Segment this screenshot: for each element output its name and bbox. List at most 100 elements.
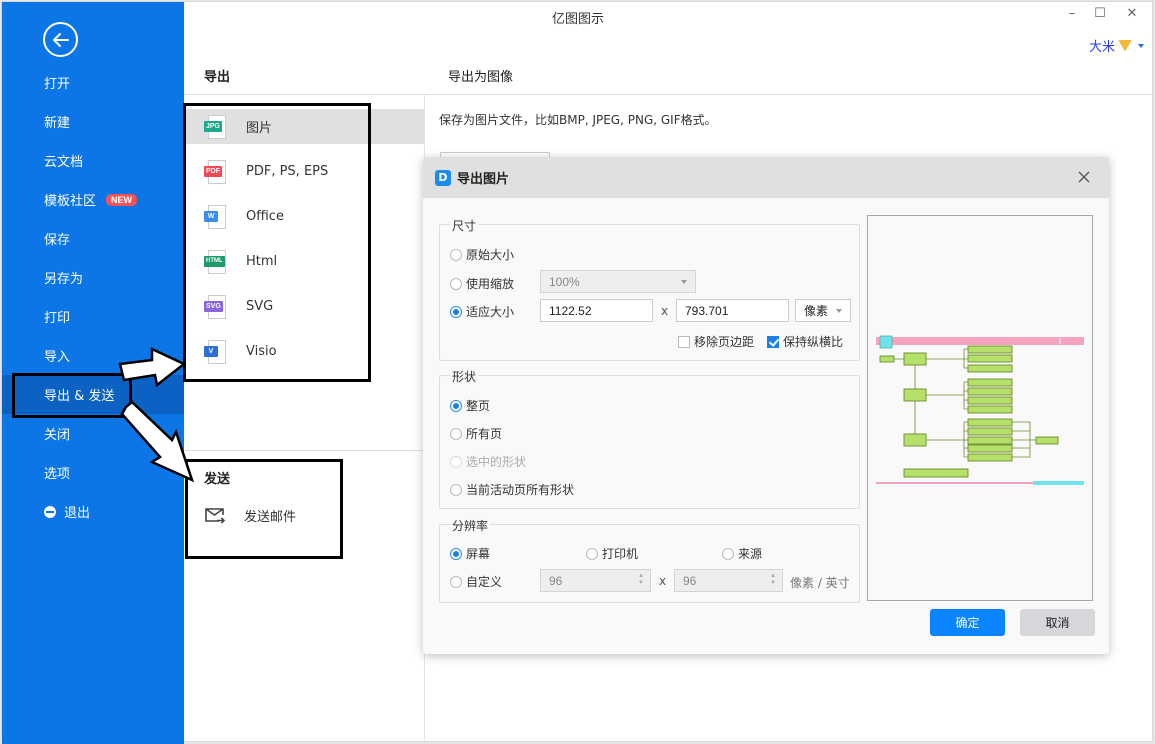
- radio-label: 打印机: [602, 547, 639, 561]
- format-label: PDF, PS, EPS: [246, 164, 329, 179]
- radio-icon[interactable]: [722, 547, 734, 560]
- sidebar-item-cloud-docs[interactable]: 云文档: [2, 141, 184, 180]
- format-tag: PDF: [204, 165, 222, 177]
- format-tag: V: [204, 345, 218, 357]
- dpi-x-input[interactable]: 96 ▲ ▼: [540, 569, 651, 592]
- sidebar-item-new[interactable]: 新建: [2, 102, 184, 141]
- radio-whole-page[interactable]: 整页: [450, 397, 490, 414]
- radio-label: 所有页: [466, 427, 503, 441]
- minimize-button[interactable]: –: [1062, 6, 1082, 21]
- sidebar-item-options[interactable]: 选项: [2, 453, 184, 492]
- keep-ratio-checkbox[interactable]: 保持纵横比: [767, 333, 843, 350]
- radio-icon[interactable]: [450, 248, 462, 261]
- radio-icon[interactable]: [450, 399, 462, 412]
- radio-custom[interactable]: 自定义: [450, 573, 502, 590]
- radio-icon[interactable]: [586, 547, 598, 560]
- zoom-value: 100%: [549, 274, 580, 289]
- send-email-item[interactable]: 发送邮件: [204, 506, 296, 525]
- export-image-dialog: D 导出图片 尺寸 原始大小 使用缩放 适应大小 100% 1122.52 x …: [423, 157, 1109, 654]
- radio-label: 当前活动页所有形状: [466, 483, 575, 497]
- radio-icon[interactable]: [450, 427, 462, 440]
- spinner-icon[interactable]: ▲ ▼: [638, 573, 644, 587]
- zoom-select[interactable]: 100%: [540, 270, 696, 293]
- chevron-down-icon: [1138, 43, 1144, 48]
- radio-screen[interactable]: 屏幕: [450, 545, 490, 562]
- sidebar-item-print[interactable]: 打印: [2, 297, 184, 336]
- format-item-office[interactable]: W Office: [184, 199, 424, 234]
- resolution-group: 分辨率 屏幕 打印机 来源 自定义 96 ▲ ▼ x 96 ▲ ▼ 像素 / 英寸: [439, 517, 860, 603]
- html-file-icon: HTML: [204, 249, 228, 274]
- format-tag: W: [204, 210, 218, 222]
- remove-margin-checkbox[interactable]: 移除页边距: [678, 333, 754, 350]
- app-title: 亿图图示: [551, 12, 604, 27]
- sidebar-item-save[interactable]: 保存: [2, 219, 184, 258]
- detail-description: 保存为图片文件，比如BMP, JPEG, PNG, GIF格式。: [439, 113, 717, 127]
- back-button[interactable]: [43, 22, 78, 57]
- checkbox-label: 保持纵横比: [783, 335, 844, 349]
- radio-fit-size[interactable]: 适应大小: [450, 303, 514, 320]
- format-item-svg[interactable]: SVG SVG: [184, 289, 424, 324]
- visio-file-icon: V: [204, 339, 228, 364]
- chevron-down-icon: [836, 309, 842, 313]
- pdf-file-icon: PDF: [204, 159, 228, 184]
- format-item-html[interactable]: HTML Html: [184, 244, 424, 279]
- window-close-button[interactable]: ✕: [1122, 6, 1142, 21]
- send-heading: 发送: [204, 472, 231, 487]
- sidebar-item-exit[interactable]: 退出: [2, 492, 184, 531]
- height-input[interactable]: 793.701: [676, 299, 789, 322]
- format-tag: JPG: [204, 120, 223, 132]
- sidebar-item-template-community[interactable]: 模板社区 NEW: [2, 180, 184, 219]
- mail-send-icon: [205, 507, 226, 524]
- size-group-label: 尺寸: [450, 217, 479, 234]
- diagram-thumbnail: [876, 335, 1084, 485]
- format-item-image[interactable]: JPG 图片: [184, 109, 424, 144]
- radio-label: 适应大小: [466, 305, 515, 319]
- sidebar-item-export-send[interactable]: 导出 & 发送: [2, 375, 184, 414]
- radio-active-page-shapes[interactable]: 当前活动页所有形状: [450, 481, 574, 498]
- radio-icon[interactable]: [450, 575, 462, 588]
- radio-all-pages[interactable]: 所有页: [450, 425, 502, 442]
- radio-original-size[interactable]: 原始大小: [450, 246, 514, 263]
- export-preview: [867, 215, 1093, 601]
- sidebar-item-label: 关闭: [44, 428, 71, 443]
- sidebar-item-label: 打印: [44, 311, 71, 326]
- sidebar-item-label: 导出 & 发送: [44, 389, 115, 404]
- arrow-left-icon: [52, 32, 69, 47]
- dpi-y-input[interactable]: 96 ▲ ▼: [674, 569, 783, 592]
- radio-icon[interactable]: [450, 547, 462, 560]
- send-divider: [184, 450, 424, 451]
- dpi-separator: x: [659, 574, 667, 588]
- sidebar-item-save-as[interactable]: 另存为: [2, 258, 184, 297]
- format-label: Html: [246, 254, 278, 269]
- radio-printer[interactable]: 打印机: [586, 545, 638, 562]
- radio-icon[interactable]: [450, 277, 462, 290]
- size-separator: x: [661, 304, 669, 318]
- ok-button[interactable]: 确定: [930, 609, 1005, 636]
- svg-file-icon: SVG: [204, 294, 228, 319]
- sidebar-item-close[interactable]: 关闭: [2, 414, 184, 453]
- sidebar-item-open[interactable]: 打开: [2, 63, 184, 102]
- user-menu[interactable]: 大米: [1089, 36, 1144, 55]
- dpi-x-value: 96: [549, 573, 563, 588]
- format-label: 图片: [246, 121, 273, 136]
- close-icon[interactable]: [1075, 168, 1093, 186]
- unit-select[interactable]: 像素: [795, 299, 851, 322]
- cancel-button[interactable]: 取消: [1020, 609, 1095, 636]
- format-item-pdf[interactable]: PDF PDF, PS, EPS: [184, 154, 424, 189]
- radio-use-zoom[interactable]: 使用缩放: [450, 275, 514, 292]
- radio-icon[interactable]: [450, 483, 462, 496]
- dpi-y-value: 96: [683, 573, 697, 588]
- width-input[interactable]: 1122.52: [540, 299, 653, 322]
- shape-group: 形状 整页 所有页 选中的形状 当前活动页所有形状: [439, 368, 860, 509]
- radio-source[interactable]: 来源: [722, 545, 762, 562]
- radio-icon[interactable]: [450, 305, 462, 318]
- sidebar-item-label: 保存: [44, 233, 71, 248]
- radio-icon[interactable]: [450, 455, 462, 468]
- checkbox-icon[interactable]: [678, 335, 690, 348]
- sidebar-item-import[interactable]: 导入: [2, 336, 184, 375]
- checkbox-checked-icon[interactable]: [767, 335, 779, 348]
- maximize-button[interactable]: ☐: [1090, 6, 1110, 21]
- new-badge: NEW: [106, 193, 138, 206]
- spinner-icon[interactable]: ▲ ▼: [770, 573, 776, 587]
- format-item-visio[interactable]: V Visio: [184, 334, 424, 369]
